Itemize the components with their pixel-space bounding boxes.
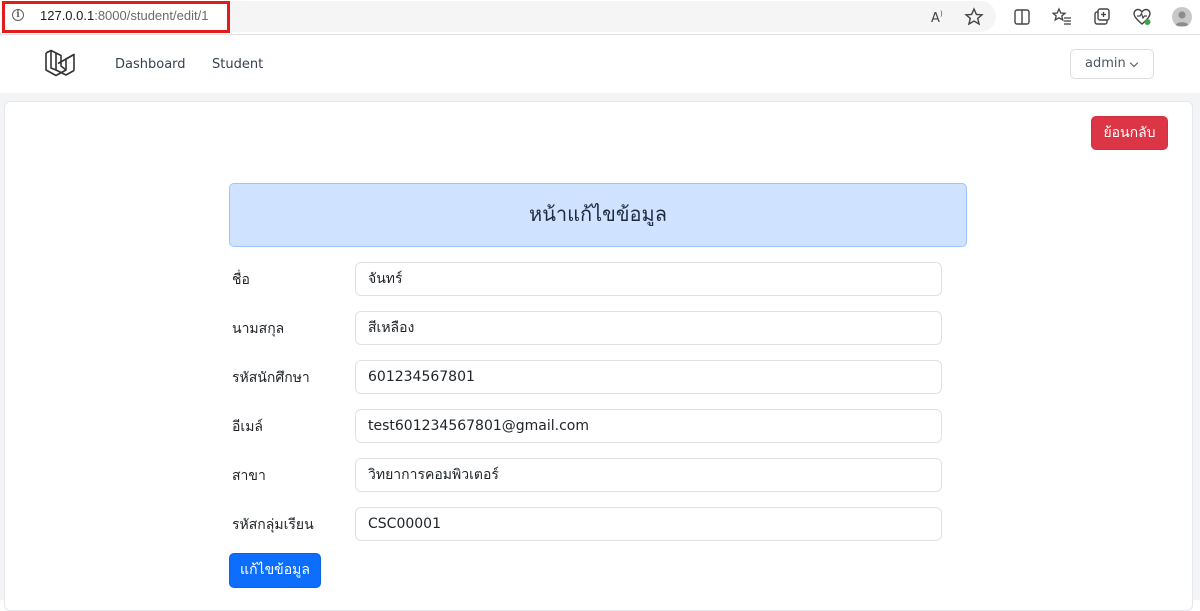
first-name-input[interactable]: จันทร์ — [355, 262, 942, 296]
url-path: :8000/student/edit/1 — [94, 8, 209, 23]
laravel-logo-icon[interactable] — [44, 48, 76, 80]
email-label: อีเมล์ — [232, 419, 264, 435]
last-name-input[interactable]: สีเหลือง — [355, 311, 942, 345]
chevron-down-icon — [1129, 58, 1139, 68]
major-input[interactable]: วิทยาการคอมพิวเตอร์ — [355, 458, 942, 492]
svg-text:A: A — [931, 11, 940, 26]
favorite-star-icon[interactable] — [964, 7, 984, 27]
student-id-input[interactable]: 601234567801 — [355, 360, 942, 394]
user-dropdown-button[interactable]: admin — [1070, 49, 1154, 79]
email-input[interactable]: test601234567801@gmail.com — [355, 409, 942, 443]
profile-avatar[interactable] — [1172, 7, 1192, 27]
profile-person-icon — [1175, 11, 1189, 26]
svg-text:): ) — [940, 10, 943, 18]
address-url[interactable]: 127.0.0.1:8000/student/edit/1 — [40, 8, 208, 23]
browser-essentials-icon[interactable] — [1132, 7, 1152, 27]
last-name-label: นามสกุล — [232, 321, 285, 337]
page-title: หน้าแก้ไขข้อมูล — [229, 183, 967, 247]
split-screen-icon[interactable] — [1012, 7, 1032, 27]
major-label: สาขา — [232, 468, 266, 484]
app-navbar: Dashboard Student admin — [0, 35, 1200, 93]
class-group-label: รหัสกลุ่มเรียน — [232, 517, 314, 533]
nav-link-dashboard[interactable]: Dashboard — [115, 57, 186, 72]
collections-icon[interactable] — [1092, 7, 1112, 27]
submit-edit-button[interactable]: แก้ไขข้อมูล — [229, 553, 321, 588]
back-button[interactable]: ย้อนกลับ — [1091, 116, 1168, 150]
site-info-icon[interactable]: i — [12, 9, 24, 21]
browser-toolbar: i 127.0.0.1:8000/student/edit/1 A ) — [0, 0, 1200, 35]
read-aloud-icon[interactable]: A ) — [929, 7, 949, 27]
student-id-label: รหัสนักศึกษา — [232, 370, 310, 386]
first-name-label: ชื่อ — [232, 272, 250, 288]
nav-link-student[interactable]: Student — [212, 57, 263, 72]
favorites-list-icon[interactable] — [1052, 7, 1072, 27]
url-host: 127.0.0.1 — [40, 8, 95, 23]
class-group-input[interactable]: CSC00001 — [355, 507, 942, 541]
user-name: admin — [1085, 56, 1126, 71]
